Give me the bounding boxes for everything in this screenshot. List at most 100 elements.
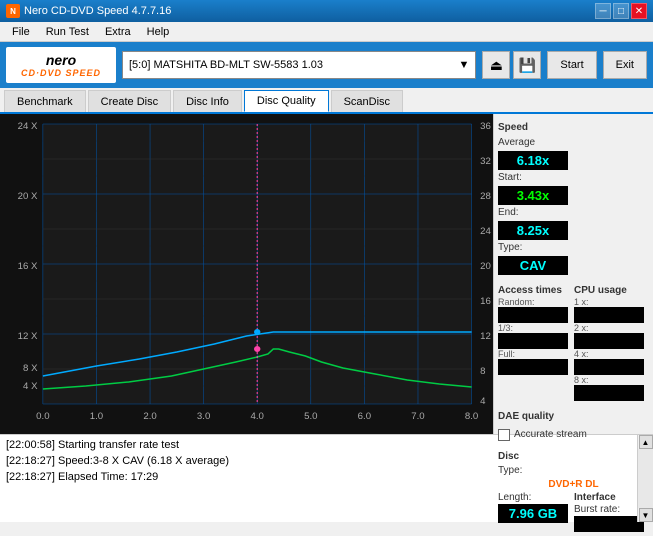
start-label: Start: (498, 172, 649, 183)
menu-run-test[interactable]: Run Test (38, 24, 97, 40)
speed-section-header: Speed (498, 122, 649, 133)
svg-text:36: 36 (480, 121, 491, 131)
tabs-bar: Benchmark Create Disc Disc Info Disc Qua… (0, 88, 653, 114)
eject-icon[interactable]: ⏏ (482, 51, 510, 79)
type-label: Type: (498, 242, 649, 253)
svg-text:7.0: 7.0 (411, 411, 424, 421)
access-cpu-cols: Access times Random: 1/3: Full: CPU usag… (498, 285, 649, 401)
app-icon: N (6, 4, 20, 18)
svg-text:2.0: 2.0 (143, 411, 156, 421)
marker-dot (254, 346, 260, 352)
svg-text:8.0: 8.0 (465, 411, 478, 421)
start-value: 3.43x (498, 186, 568, 205)
toolbar-icons: ⏏ 💾 (482, 51, 541, 79)
chart-svg: 24 X 20 X 16 X 12 X 8 X 4 X 36 32 28 24 … (0, 114, 493, 434)
end-label: End: (498, 207, 649, 218)
cpu-col: CPU usage 1 x: 2 x: 4 x: 8 x: (574, 285, 649, 401)
scroll-up-button[interactable]: ▲ (639, 435, 653, 449)
random-value-box (498, 307, 568, 323)
title-bar: N Nero CD-DVD Speed 4.7.7.16 ─ □ ✕ (0, 0, 653, 22)
speed-marker-dot (254, 329, 260, 335)
menu-extra[interactable]: Extra (97, 24, 139, 40)
log-content: [22:00:58] Starting transfer rate test [… (0, 435, 653, 522)
drive-label: [5:0] MATSHITA BD-MLT SW-5583 1.03 (129, 59, 323, 71)
log-text: [22:00:58] Starting transfer rate test [… (0, 435, 637, 522)
type-value: CAV (498, 256, 568, 275)
average-value: 6.18x (498, 151, 568, 170)
svg-text:20: 20 (480, 261, 491, 271)
cpu-2x-label: 2 x: (574, 323, 649, 333)
tab-create-disc[interactable]: Create Disc (88, 90, 171, 112)
right-panel: Speed Average 6.18x Start: 3.43x End: 8.… (493, 114, 653, 434)
svg-text:0.0: 0.0 (36, 411, 49, 421)
average-label: Average (498, 137, 649, 148)
log-line-3: [22:18:27] Elapsed Time: 17:29 (6, 469, 631, 485)
one-third-value-box (498, 333, 568, 349)
scroll-track[interactable] (638, 449, 653, 508)
main-content: 24 X 20 X 16 X 12 X 8 X 4 X 36 32 28 24 … (0, 114, 653, 434)
svg-text:8: 8 (480, 366, 485, 376)
cpu-2x-value (574, 333, 644, 349)
access-col: Access times Random: 1/3: Full: (498, 285, 568, 401)
dropdown-arrow-icon: ▼ (459, 59, 470, 71)
tab-disc-info[interactable]: Disc Info (173, 90, 242, 112)
window-title: Nero CD-DVD Speed 4.7.7.16 (24, 5, 171, 17)
cpu-1x-value (574, 307, 644, 323)
chart-area: 24 X 20 X 16 X 12 X 8 X 4 X 36 32 28 24 … (0, 114, 493, 434)
full-label: Full: (498, 349, 568, 359)
svg-text:6.0: 6.0 (358, 411, 371, 421)
cd-dvd-speed-brand: CD·DVD SPEED (21, 68, 101, 78)
toolbar: nero CD·DVD SPEED [5:0] MATSHITA BD-MLT … (0, 42, 653, 88)
log-scrollbar: ▲ ▼ (637, 435, 653, 522)
log-area: [22:00:58] Starting transfer rate test [… (0, 434, 653, 522)
tab-benchmark[interactable]: Benchmark (4, 90, 86, 112)
svg-text:16 X: 16 X (18, 261, 39, 271)
full-value-box (498, 359, 568, 375)
svg-text:5.0: 5.0 (304, 411, 317, 421)
log-line-2: [22:18:27] Speed:3-8 X CAV (6.18 X avera… (6, 453, 631, 469)
start-button[interactable]: Start (547, 51, 596, 79)
svg-text:24: 24 (480, 226, 491, 236)
nero-brand: nero (46, 52, 76, 68)
log-line-1: [22:00:58] Starting transfer rate test (6, 437, 631, 453)
exit-button[interactable]: Exit (603, 51, 647, 79)
menu-file[interactable]: File (4, 24, 38, 40)
maximize-button[interactable]: □ (613, 3, 629, 19)
cpu-1x-label: 1 x: (574, 297, 649, 307)
title-bar-controls: ─ □ ✕ (595, 3, 647, 19)
access-times-header: Access times (498, 285, 568, 296)
svg-text:12 X: 12 X (18, 331, 39, 341)
svg-text:32: 32 (480, 156, 491, 166)
drive-dropdown[interactable]: [5:0] MATSHITA BD-MLT SW-5583 1.03 ▼ (122, 51, 476, 79)
svg-text:8 X: 8 X (23, 363, 38, 373)
menu-bar: File Run Test Extra Help (0, 22, 653, 42)
svg-text:20 X: 20 X (18, 191, 39, 201)
cpu-4x-value (574, 359, 644, 375)
svg-text:28: 28 (480, 191, 491, 201)
random-label: Random: (498, 297, 568, 307)
one-third-label: 1/3: (498, 323, 568, 333)
minimize-button[interactable]: ─ (595, 3, 611, 19)
svg-text:3.0: 3.0 (197, 411, 210, 421)
cpu-usage-header: CPU usage (574, 285, 649, 296)
nero-logo: nero CD·DVD SPEED (6, 47, 116, 83)
svg-text:1.0: 1.0 (90, 411, 103, 421)
tab-scan-disc[interactable]: ScanDisc (331, 90, 403, 112)
scroll-down-button[interactable]: ▼ (639, 508, 653, 522)
svg-text:4.0: 4.0 (251, 411, 264, 421)
dae-quality-header: DAE quality (498, 411, 649, 422)
svg-text:24 X: 24 X (18, 121, 39, 131)
svg-text:4 X: 4 X (23, 381, 38, 391)
cpu-8x-label: 8 x: (574, 375, 649, 385)
svg-text:16: 16 (480, 296, 491, 306)
menu-help[interactable]: Help (139, 24, 178, 40)
save-icon[interactable]: 💾 (513, 51, 541, 79)
title-bar-left: N Nero CD-DVD Speed 4.7.7.16 (6, 4, 171, 18)
end-value: 8.25x (498, 221, 568, 240)
cpu-8x-value (574, 385, 644, 401)
svg-text:4: 4 (480, 396, 485, 406)
svg-text:12: 12 (480, 331, 491, 341)
tab-disc-quality[interactable]: Disc Quality (244, 90, 329, 112)
close-button[interactable]: ✕ (631, 3, 647, 19)
cpu-4x-label: 4 x: (574, 349, 649, 359)
